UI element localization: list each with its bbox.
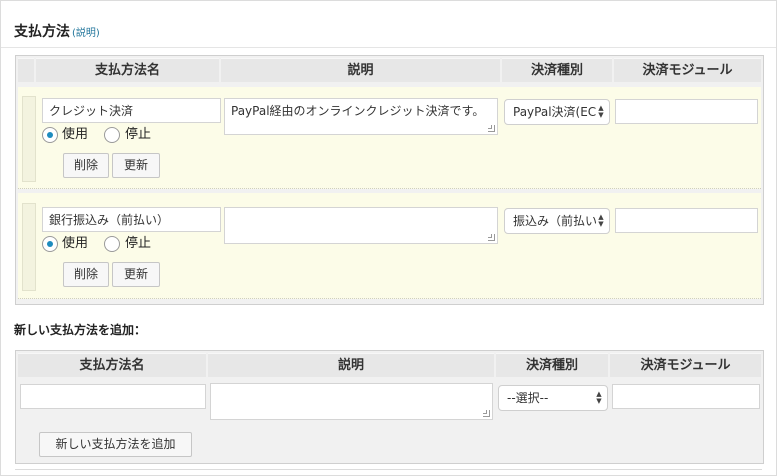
divider [1, 47, 776, 48]
update-button[interactable]: 更新 [112, 153, 160, 178]
add-method-table: 支払方法名 説明 決済種別 決済モジュール --選択-- ▲ ▼ 新しい支払方法を… [15, 350, 764, 464]
resize-handle-icon[interactable] [483, 410, 490, 417]
select-arrows-icon: ▲ ▼ [598, 213, 604, 228]
header-name: 支払方法名 [18, 353, 206, 377]
stop-label: 停止 [125, 236, 152, 251]
header-description: 説明 [208, 353, 494, 377]
header-type: 決済種別 [496, 353, 608, 377]
new-module-input[interactable] [612, 384, 760, 409]
drag-handle[interactable] [22, 203, 36, 291]
stop-radio[interactable] [104, 236, 120, 252]
add-section-title: 新しい支払方法を追加： [14, 323, 147, 337]
status-radio-group: 使用 停止 [42, 235, 222, 253]
description-textarea[interactable] [224, 207, 498, 244]
header-module: 決済モジュール [610, 353, 761, 377]
new-payment-type-select[interactable]: --選択-- ▲ ▼ [498, 385, 608, 411]
header-name: 支払方法名 [36, 58, 219, 82]
stop-label: 停止 [125, 127, 152, 142]
help-link[interactable]: (説明) [72, 28, 100, 39]
new-description-textarea[interactable] [210, 383, 493, 420]
payment-methods-panel: 支払方法 (説明) 支払方法名 説明 決済種別 決済モジュール クレジット決済 使… [0, 0, 777, 476]
resize-handle-icon[interactable] [488, 234, 495, 241]
stop-radio[interactable] [104, 127, 120, 143]
header-spacer [18, 58, 34, 82]
use-radio[interactable] [42, 127, 58, 143]
table-row: クレジット決済 使用 停止 削除 更新 PayPal経由のオンラインクレジット決… [18, 87, 761, 189]
resize-handle-icon[interactable] [488, 125, 495, 132]
drag-handle[interactable] [22, 96, 36, 182]
use-radio[interactable] [42, 236, 58, 252]
add-method-button[interactable]: 新しい支払方法を追加 [39, 432, 192, 457]
payment-methods-table: 支払方法名 説明 決済種別 決済モジュール クレジット決済 使用 停止 削除 更… [15, 55, 764, 305]
use-label: 使用 [62, 236, 89, 251]
description-textarea[interactable]: PayPal経由のオンラインクレジット決済です。 [224, 98, 498, 135]
select-arrows-icon: ▲ ▼ [598, 104, 604, 119]
new-method-name-input[interactable] [20, 384, 206, 409]
header-module: 決済モジュール [614, 58, 761, 82]
section-title: 支払方法 (説明) [14, 24, 100, 40]
header-description: 説明 [221, 58, 500, 82]
delete-button[interactable]: 削除 [63, 153, 109, 178]
use-label: 使用 [62, 127, 89, 142]
method-name-input[interactable]: 銀行振込み（前払い） [42, 207, 221, 232]
select-arrows-icon: ▲ ▼ [596, 390, 602, 405]
delete-button[interactable]: 削除 [63, 262, 109, 287]
header-type: 決済種別 [502, 58, 612, 82]
module-input[interactable] [615, 99, 758, 124]
module-input[interactable] [615, 208, 758, 233]
divider [15, 469, 762, 470]
payment-type-select[interactable]: 振込み（前払い ▲ ▼ [504, 208, 610, 234]
method-name-input[interactable]: クレジット決済 [42, 98, 221, 123]
payment-type-select[interactable]: PayPal決済(EC ▲ ▼ [504, 99, 610, 125]
status-radio-group: 使用 停止 [42, 126, 222, 144]
update-button[interactable]: 更新 [112, 262, 160, 287]
table-row: 銀行振込み（前払い） 使用 停止 削除 更新 振込み（前払い ▲ ▼ [18, 193, 761, 299]
